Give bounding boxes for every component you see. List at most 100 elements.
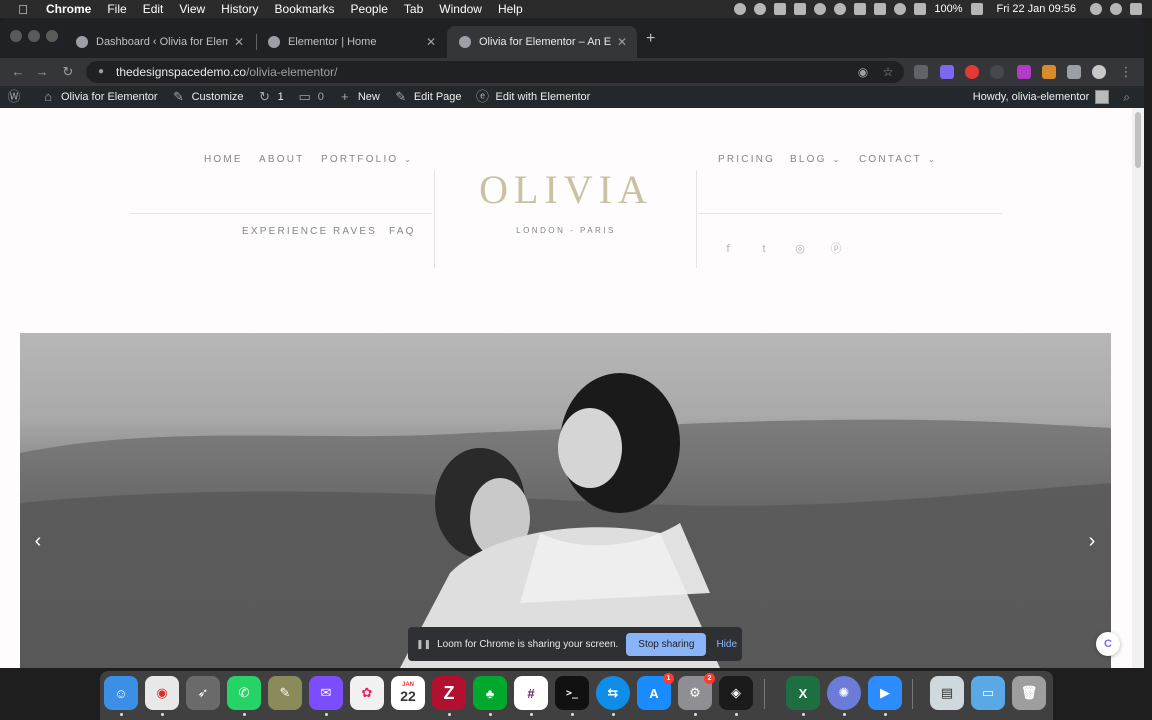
dark-mode-extension-icon[interactable] xyxy=(990,65,1004,79)
search-icon[interactable]: ⌕ xyxy=(1123,90,1130,105)
hero-slider[interactable]: ‹ › xyxy=(20,333,1111,668)
lock-icon[interactable]: ● xyxy=(98,67,108,77)
evernote-icon[interactable]: ♣ xyxy=(473,676,507,716)
profile-avatar-icon[interactable] xyxy=(1092,65,1106,79)
clickup-extension-icon[interactable] xyxy=(940,65,954,79)
bluetooth-icon[interactable] xyxy=(874,3,887,15)
nav-raves[interactable]: RAVES xyxy=(333,226,377,237)
slack-icon[interactable]: # xyxy=(514,676,548,716)
extension-dots-icon[interactable] xyxy=(914,65,928,79)
camera-status-icon[interactable] xyxy=(774,3,787,15)
terminal-icon[interactable]: >_ xyxy=(555,676,589,716)
apple-icon[interactable]:  xyxy=(16,2,30,17)
volume-icon[interactable] xyxy=(914,3,927,15)
instagram-icon[interactable]: ◎ xyxy=(793,242,807,256)
menu-help[interactable]: Help xyxy=(490,0,531,18)
kebab-menu-icon[interactable]: ⋮ xyxy=(1118,64,1134,80)
menu-history[interactable]: History xyxy=(213,0,266,18)
menu-bookmarks[interactable]: Bookmarks xyxy=(267,0,343,18)
chrome-icon[interactable]: ◉ xyxy=(145,676,179,716)
minimize-window-button[interactable] xyxy=(28,30,40,42)
wp-new[interactable]: + New xyxy=(331,86,387,108)
close-window-button[interactable] xyxy=(10,30,22,42)
stop-sharing-button[interactable]: Stop sharing xyxy=(626,632,707,656)
nav-faq[interactable]: FAQ xyxy=(389,226,416,237)
mic-icon[interactable]: ◉ xyxy=(856,65,870,79)
menu-view[interactable]: View xyxy=(171,0,213,18)
gear-status-icon[interactable] xyxy=(754,3,767,15)
nav-home[interactable]: HOME xyxy=(204,154,243,165)
loom-extension-icon[interactable] xyxy=(965,65,979,79)
whatsapp-icon[interactable]: ✆ xyxy=(227,676,261,716)
calendar-icon[interactable]: JAN 22 xyxy=(391,676,425,710)
tab-dashboard[interactable]: Dashboard ‹ Olivia for Elementor ✕ xyxy=(64,26,254,58)
pinterest-icon[interactable]: ⓟ xyxy=(829,242,843,256)
clip-status-icon[interactable] xyxy=(854,3,867,15)
close-tab-icon[interactable]: ✕ xyxy=(615,35,629,49)
teamviewer-icon[interactable]: ⇆ xyxy=(596,676,630,716)
scrollbar-thumb[interactable] xyxy=(1135,112,1141,168)
clickup-floating-icon[interactable]: C xyxy=(1096,632,1120,656)
notification-center-icon[interactable] xyxy=(1130,3,1142,15)
menu-tab[interactable]: Tab xyxy=(396,0,431,18)
ruler-extension-icon[interactable] xyxy=(1042,65,1056,79)
nav-portfolio[interactable]: PORTFOLIO ⌄ xyxy=(321,154,413,165)
new-tab-button[interactable]: + xyxy=(646,30,655,48)
address-bar[interactable]: ● thedesignspacedemo.co/olivia-elementor… xyxy=(86,61,904,83)
system-preferences-icon[interactable]: ⚙ 2 xyxy=(678,673,715,716)
zoom-icon[interactable]: ▶ xyxy=(868,676,902,716)
close-tab-icon[interactable]: ✕ xyxy=(424,35,438,49)
page-scrollbar[interactable] xyxy=(1132,108,1144,668)
menu-window[interactable]: Window xyxy=(431,0,490,18)
nav-experience[interactable]: EXPERIENCE xyxy=(242,226,328,237)
wp-edit-with-elementor[interactable]: ⓔ Edit with Elementor xyxy=(469,86,598,108)
nav-pricing[interactable]: PRICING xyxy=(718,154,775,165)
tab-elementor-home[interactable]: Elementor | Home ✕ xyxy=(256,26,446,58)
slider-prev-arrow-icon[interactable]: ‹ xyxy=(28,530,48,553)
back-arrow-icon[interactable]: ← xyxy=(10,64,26,80)
nav-contact[interactable]: CONTACT ⌄ xyxy=(859,154,937,165)
downloads-folder-icon[interactable]: ▭ xyxy=(971,676,1005,710)
spotlight-icon[interactable] xyxy=(1090,3,1102,15)
site-logo[interactable]: OLIVIA xyxy=(435,166,697,213)
photos-icon[interactable]: ✿ xyxy=(350,676,384,710)
menu-edit[interactable]: Edit xyxy=(135,0,172,18)
menu-people[interactable]: People xyxy=(343,0,396,18)
screenshot-folder-icon[interactable]: ▤ xyxy=(930,676,964,710)
nav-about[interactable]: ABOUT xyxy=(259,154,304,165)
close-tab-icon[interactable]: ✕ xyxy=(232,35,246,49)
user-avatar[interactable] xyxy=(1095,90,1110,104)
wifi-icon[interactable] xyxy=(894,3,907,15)
forward-arrow-icon[interactable]: → xyxy=(34,64,50,80)
finder-icon[interactable]: ☺ xyxy=(104,676,138,716)
bookmark-star-icon[interactable]: ☆ xyxy=(881,65,895,79)
menu-app[interactable]: Chrome xyxy=(38,0,99,18)
siri-icon[interactable] xyxy=(1110,3,1122,15)
hide-button[interactable]: Hide xyxy=(716,639,737,650)
zoom-window-button[interactable] xyxy=(46,30,58,42)
wp-edit-page[interactable]: ✎ Edit Page xyxy=(387,86,469,108)
gimp-icon[interactable]: ✎ xyxy=(268,676,302,710)
twitter-icon[interactable]: t xyxy=(757,242,771,256)
wp-howdy[interactable]: Howdy, olivia-elementor xyxy=(973,91,1090,103)
messenger-icon[interactable]: ✉ xyxy=(309,676,343,716)
wp-customize[interactable]: ✎ Customize xyxy=(165,86,251,108)
mic-status-icon[interactable] xyxy=(734,3,747,15)
wp-site-name[interactable]: ⌂ Olivia for Elementor xyxy=(34,86,165,108)
wp-comments[interactable]: ▭ 0 xyxy=(291,86,331,108)
davinci-resolve-icon[interactable]: ◈ xyxy=(719,676,753,716)
launchpad-icon[interactable]: ➶ xyxy=(186,676,220,710)
reload-icon[interactable]: ↻ xyxy=(60,64,76,80)
evernote-status-icon[interactable] xyxy=(814,3,827,15)
clickup-app-icon[interactable]: ✺ xyxy=(827,676,861,716)
bm-extension-icon[interactable] xyxy=(1017,65,1031,79)
loom-status-icon[interactable] xyxy=(794,3,807,15)
facebook-icon[interactable]: f xyxy=(721,242,735,256)
tab-olivia-active[interactable]: Olivia for Elementor – An Elementor ✕ xyxy=(447,26,637,58)
timer-status-icon[interactable] xyxy=(834,3,847,15)
wp-logo-button[interactable]: Ⓦ xyxy=(0,86,34,108)
excel-icon[interactable]: X xyxy=(786,676,820,716)
slider-next-arrow-icon[interactable]: › xyxy=(1082,530,1102,553)
menu-file[interactable]: File xyxy=(99,0,134,18)
wp-updates[interactable]: ↻ 1 xyxy=(251,86,291,108)
